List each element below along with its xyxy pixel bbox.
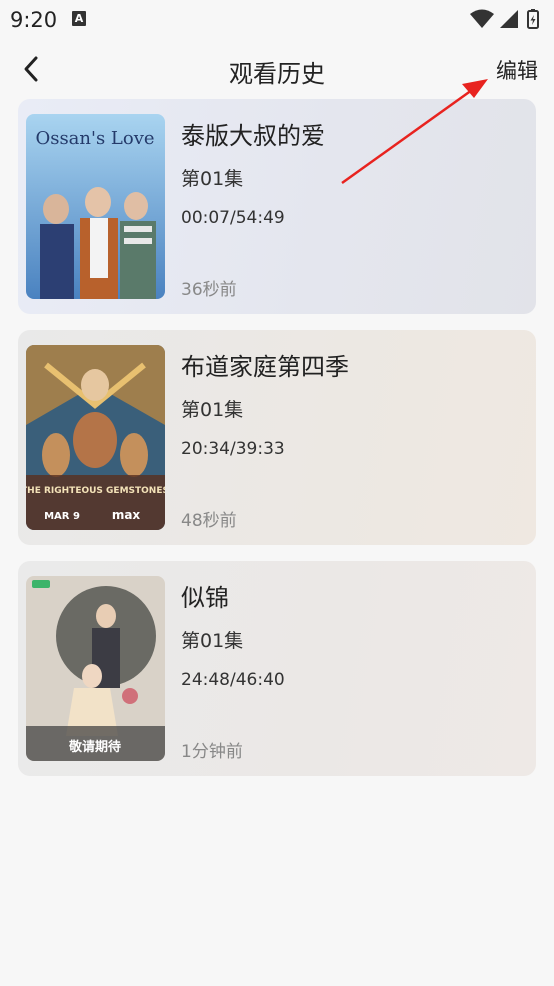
item-episode: 第01集 (181, 168, 244, 190)
signal-icon (500, 10, 518, 28)
poster-image: THE RIGHTEOUS GEMSTONES MAR 9 max (26, 345, 165, 530)
history-item[interactable]: THE RIGHTEOUS GEMSTONES MAR 9 max 布道家庭第四… (18, 330, 536, 545)
status-time: 9:20 (10, 8, 58, 32)
svg-text:max: max (112, 508, 141, 522)
wifi-icon (470, 9, 494, 28)
svg-text:Ossan's Love: Ossan's Love (35, 128, 154, 149)
system-icons (470, 8, 542, 30)
item-time-ago: 48秒前 (181, 511, 237, 531)
item-episode: 第01集 (181, 630, 244, 652)
notification-icon: A (72, 11, 86, 26)
item-progress: 24:48/46:40 (181, 670, 285, 690)
item-info: 似锦 第01集 24:48/46:40 1分钟前 (181, 561, 524, 776)
top-bar: 观看历史 编辑 (0, 44, 554, 94)
svg-text:敬请期待: 敬请期待 (68, 739, 121, 755)
item-episode: 第01集 (181, 399, 244, 421)
history-item[interactable]: Ossan's Love 泰版大叔的爱 第01集 00:07/54:49 36秒… (18, 99, 536, 314)
item-time-ago: 1分钟前 (181, 742, 243, 762)
edit-button[interactable]: 编辑 (496, 55, 538, 85)
item-info: 布道家庭第四季 第01集 20:34/39:33 48秒前 (181, 330, 524, 545)
poster-image: Ossan's Love (26, 114, 165, 299)
history-item[interactable]: 敬请期待 似锦 第01集 24:48/46:40 1分钟前 (18, 561, 536, 776)
svg-text:MAR 9: MAR 9 (44, 511, 80, 522)
item-title: 布道家庭第四季 (181, 353, 349, 381)
item-time-ago: 36秒前 (181, 280, 237, 300)
svg-text:THE RIGHTEOUS GEMSTONES: THE RIGHTEOUS GEMSTONES (26, 486, 165, 496)
page-title: 观看历史 (229, 60, 325, 88)
item-title: 泰版大叔的爱 (181, 122, 325, 150)
item-title: 似锦 (181, 584, 229, 612)
item-progress: 00:07/54:49 (181, 208, 285, 228)
item-info: 泰版大叔的爱 第01集 00:07/54:49 36秒前 (181, 99, 524, 314)
poster-image: 敬请期待 (26, 576, 165, 761)
status-bar: 9:20 A (0, 0, 554, 38)
item-progress: 20:34/39:33 (181, 439, 285, 459)
